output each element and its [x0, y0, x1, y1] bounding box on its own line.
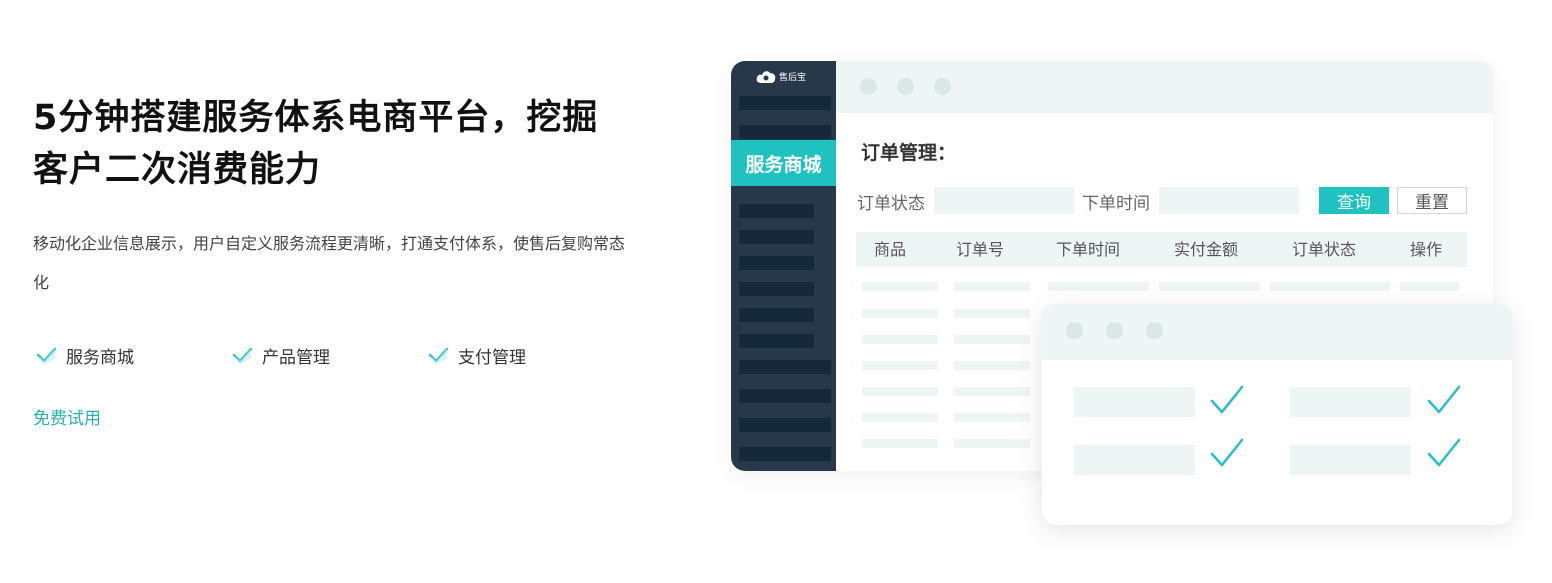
order-time-label: 下单时间 [1082, 194, 1150, 214]
table-header-cell: 订单号 [956, 240, 1005, 259]
table-header-cell: 下单时间 [1056, 240, 1121, 259]
table-row-placeholder [954, 387, 1030, 396]
order-management-heading: 订单管理： [861, 142, 957, 164]
sidebar-placeholder [739, 389, 831, 403]
table-row-placeholder [862, 387, 938, 396]
table-row-placeholder [862, 335, 938, 344]
check-icon [36, 347, 57, 365]
sidebar-item-service-mall[interactable]: 服务商城 [731, 140, 836, 186]
cloud-icon [756, 71, 776, 83]
table-header-cell: 操作 [1410, 240, 1443, 259]
table-row-placeholder [954, 439, 1030, 448]
sidebar-placeholder [739, 125, 831, 139]
feature-label: 产品管理 [262, 347, 330, 368]
table-header-cell: 商品 [874, 240, 907, 259]
mockup-sidebar: 售后宝 服务商城 [731, 61, 836, 471]
check-icon [1210, 385, 1244, 414]
order-time-input[interactable] [1159, 187, 1299, 214]
table-row-placeholder [1048, 282, 1149, 291]
feature-label: 服务商城 [66, 347, 134, 368]
sidebar-placeholder [739, 96, 831, 110]
hero-title: 5分钟搭建服务体系电商平台，挖掘客户二次消费能力 [33, 98, 599, 190]
feature-item: 支付管理 [427, 340, 526, 370]
card-placeholder-bar [1074, 445, 1195, 475]
logo-text: 售后宝 [779, 72, 807, 83]
window-dot [897, 78, 914, 95]
reset-button[interactable]: 重置 [1397, 187, 1467, 214]
table-row-placeholder [954, 309, 1030, 318]
sidebar-placeholder [739, 418, 831, 432]
feature-list: 服务商城 产品管理 支付管理 [33, 340, 633, 370]
order-status-label: 订单状态 [857, 194, 925, 214]
window-dot [1106, 322, 1123, 339]
table-row-placeholder [862, 439, 938, 448]
table-row-placeholder [1270, 282, 1390, 291]
mockup-window-bar [836, 61, 1493, 113]
check-icon [232, 347, 253, 365]
table-row-placeholder [1159, 282, 1260, 291]
sidebar-placeholder [739, 256, 814, 270]
mockup-logo: 售后宝 [755, 67, 806, 85]
window-dot [934, 78, 951, 95]
sidebar-placeholder [739, 447, 831, 461]
table-header-cell: 实付金额 [1174, 240, 1239, 259]
table-row-placeholder [862, 309, 938, 318]
table-row-placeholder [862, 361, 938, 370]
sidebar-placeholder [739, 360, 831, 374]
sidebar-placeholder [739, 282, 814, 296]
table-row-placeholder [954, 413, 1030, 422]
window-dot [1066, 322, 1083, 339]
table-row-placeholder [954, 282, 1030, 291]
sidebar-placeholder [739, 308, 814, 322]
card-placeholder-bar [1290, 387, 1411, 417]
query-button[interactable]: 查询 [1319, 187, 1389, 214]
feature-item: 服务商城 [35, 340, 134, 370]
order-status-input[interactable] [934, 187, 1074, 214]
table-row-placeholder [862, 413, 938, 422]
check-icon [1427, 385, 1461, 414]
table-row-placeholder [954, 335, 1030, 344]
table-row-placeholder [1400, 282, 1459, 291]
floating-checklist-card [1042, 304, 1512, 525]
check-icon [1210, 438, 1244, 467]
table-header-cell: 订单状态 [1292, 240, 1357, 259]
sidebar-placeholder [739, 334, 814, 348]
card-placeholder-bar [1290, 445, 1411, 475]
check-icon [1427, 438, 1461, 467]
table-header: 商品 订单号 下单时间 实付金额 订单状态 操作 [856, 232, 1467, 267]
sidebar-placeholder [739, 204, 814, 218]
table-row-placeholder [862, 282, 938, 291]
free-trial-link[interactable]: 免费试用 [33, 404, 101, 429]
window-dot [1146, 322, 1163, 339]
card-placeholder-bar [1074, 387, 1195, 417]
window-dot [860, 78, 877, 95]
feature-label: 支付管理 [458, 347, 526, 368]
feature-item: 产品管理 [231, 340, 330, 370]
card-window-bar [1042, 304, 1512, 360]
table-row-placeholder [954, 361, 1030, 370]
check-icon [428, 347, 449, 365]
sidebar-placeholder [739, 230, 814, 244]
hero-description: 移动化企业信息展示，用户自定义服务流程更清晰，打通支付体系，使售后复购常态化 [33, 234, 626, 292]
